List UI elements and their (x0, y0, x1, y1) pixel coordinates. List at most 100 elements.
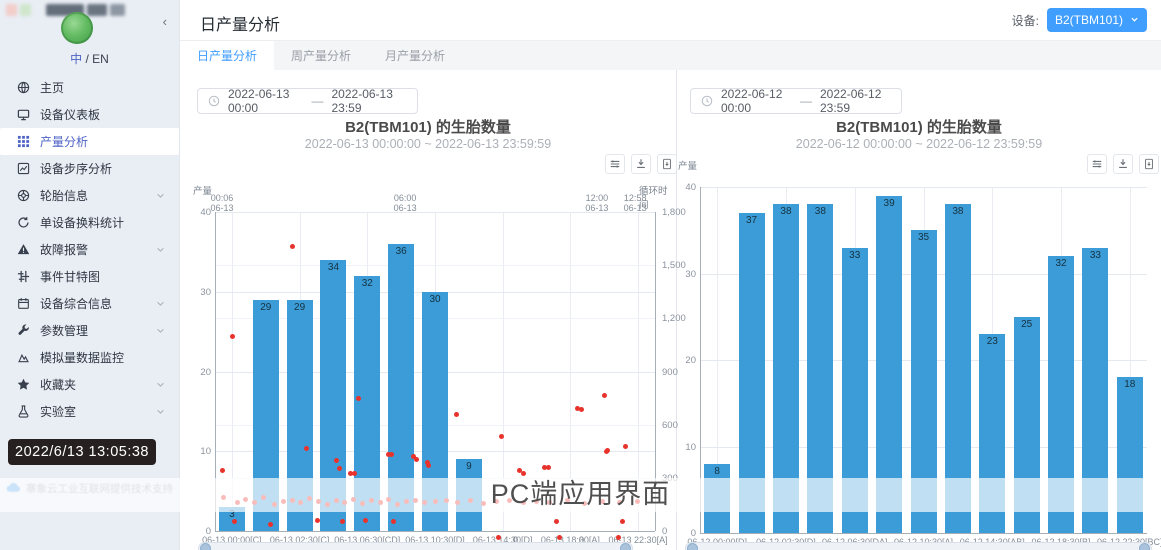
cloud-icon (6, 482, 21, 496)
avatar[interactable] (61, 12, 93, 44)
bar-value-label: 33 (842, 248, 868, 261)
support-text: 寨象云工业互联网提供技术支持 (26, 481, 173, 496)
sidebar-item-4[interactable]: 轮胎信息 (0, 182, 179, 209)
bar-value-label: 18 (1117, 377, 1143, 390)
sidebar-item-3[interactable]: 设备步序分析 (0, 155, 179, 182)
bar (979, 334, 1005, 533)
datazoom-handle-right-start[interactable] (687, 543, 698, 550)
y-axis-tick-label: 10 (670, 442, 696, 453)
tab-1[interactable]: 周产量分析 (274, 41, 368, 70)
scatter-point (623, 444, 628, 449)
device-select-value: B2(TBM101) (1055, 13, 1123, 27)
chart-right: 403020100837383833393538232532331806-12 … (677, 70, 1161, 550)
grid-icon (17, 135, 31, 149)
scatter-point (444, 498, 449, 503)
datazoom-slider-left[interactable] (198, 542, 633, 550)
y-axis-tick-label: 20 (185, 367, 211, 378)
sidebar-item-1[interactable]: 设备仪表板 (0, 101, 179, 128)
alarm-icon (17, 243, 31, 257)
language-toggle[interactable]: 中 / EN (0, 50, 179, 67)
bar-value-label: 32 (1048, 256, 1074, 269)
scatter-point (413, 498, 418, 503)
sidebar-item-2[interactable]: 产量分析 (0, 128, 179, 155)
chevron-down-icon (1130, 13, 1139, 27)
chevron-down-icon (156, 380, 165, 389)
sidebar-item-label: 产量分析 (40, 133, 88, 150)
scatter-point (455, 500, 460, 505)
bar (320, 260, 346, 531)
sidebar-item-8[interactable]: 设备综合信息 (0, 290, 179, 317)
clock-display: 2022/6/13 13:05:38 (8, 439, 156, 465)
scatter-point (334, 498, 339, 503)
sidebar-item-label: 设备步序分析 (40, 160, 112, 177)
datazoom-handle-left-start[interactable] (200, 543, 211, 550)
app-root: ‹ 中 / EN 主页设备仪表板产量分析设备步序分析轮胎信息单设备换料统计故障报… (0, 0, 1161, 550)
y-axis-tick-label: 30 (670, 269, 696, 280)
sidebar-item-11[interactable]: 收藏夹 (0, 371, 179, 398)
sidebar-collapse-icon[interactable]: ‹ (163, 14, 167, 29)
device-area: 设备: B2(TBM101) (1012, 8, 1147, 32)
main-area: 日产量分析 设备: B2(TBM101) 日产量分析周产量分析月产量分析 202… (180, 0, 1161, 550)
sidebar-item-label: 设备综合信息 (40, 295, 112, 312)
scatter-point (360, 501, 365, 506)
tab-2[interactable]: 月产量分析 (368, 41, 462, 70)
bar-value-label: 34 (320, 260, 346, 273)
sidebar-item-0[interactable]: 主页 (0, 74, 179, 101)
bar (1014, 317, 1040, 533)
sidebar-item-5[interactable]: 单设备换料统计 (0, 209, 179, 236)
chevron-down-icon (156, 407, 165, 416)
flask-icon (17, 405, 31, 419)
datazoom-handle-right-end[interactable] (1139, 543, 1150, 550)
top-axis-label: 06:0006-13 (385, 193, 425, 214)
sidebar-item-label: 实验室 (40, 403, 76, 420)
bar (842, 248, 868, 533)
datazoom-handle-left-end[interactable] (620, 543, 631, 550)
scatter-point (404, 499, 409, 504)
scatter-point (582, 501, 587, 506)
h-gridline (700, 187, 1147, 188)
datazoom-slider-right[interactable] (685, 542, 1152, 550)
y-axis-tick-label: 30 (185, 287, 211, 298)
scatter-point (565, 498, 570, 503)
scatter-point (617, 500, 622, 505)
bar-value-label: 38 (773, 204, 799, 217)
content: 2022-06-13 00:00 — 2022-06-13 23:59 B2(T… (180, 70, 1161, 550)
y-axis-line (215, 212, 216, 531)
y-axis-line (700, 187, 701, 533)
scatter-point (554, 519, 559, 524)
y-axis-tick-label: 20 (670, 355, 696, 366)
lang-divider: / (82, 52, 92, 66)
y-axis-name: 产量 (193, 183, 212, 197)
sidebar-item-6[interactable]: 故障报警 (0, 236, 179, 263)
sidebar-item-9[interactable]: 参数管理 (0, 317, 179, 344)
scatter-point (521, 471, 526, 476)
scatter-point (499, 434, 504, 439)
sidebar-item-10[interactable]: 模拟量数据监控 (0, 344, 179, 371)
sidebar-item-label: 轮胎信息 (40, 187, 88, 204)
bar-value-label: 8 (704, 464, 730, 477)
refresh-icon (17, 216, 31, 230)
sidebar-item-label: 设备仪表板 (40, 106, 100, 123)
scatter-point (546, 465, 551, 470)
sidebar-item-12[interactable]: 实验室 (0, 398, 179, 425)
tabstrip: 日产量分析周产量分析月产量分析 (180, 41, 1161, 71)
bar-value-label: 36 (388, 244, 414, 257)
bar (876, 196, 902, 533)
bar (388, 244, 414, 531)
logo-text-block-3 (110, 4, 125, 16)
device-select[interactable]: B2(TBM101) (1047, 8, 1147, 32)
scatter-point (325, 502, 330, 507)
scatter-point (602, 393, 607, 398)
scatter-point (272, 502, 277, 507)
sidebar-item-label: 模拟量数据监控 (40, 349, 124, 366)
bar (807, 204, 833, 533)
lang-en[interactable]: EN (92, 52, 109, 66)
tab-0[interactable]: 日产量分析 (180, 41, 274, 70)
bar-value-label: 38 (807, 204, 833, 217)
bar-value-label: 37 (739, 213, 765, 226)
star-icon (17, 378, 31, 392)
lang-zh[interactable]: 中 (70, 52, 82, 66)
sidebar-item-7[interactable]: 事件甘特图 (0, 263, 179, 290)
scatter-point (454, 412, 459, 417)
bar-value-label: 35 (911, 230, 937, 243)
